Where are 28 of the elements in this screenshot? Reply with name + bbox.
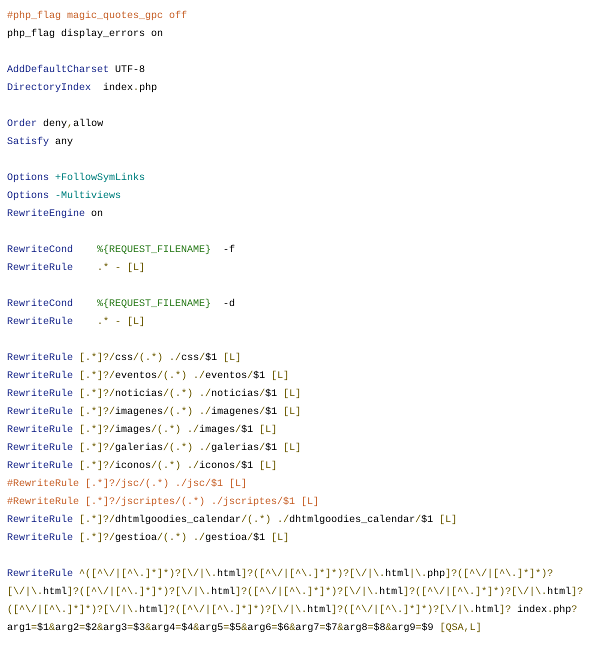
code-line: RewriteRule .* - [L]: [7, 316, 146, 330]
code-line: #php_flag magic_quotes_gpc off: [7, 10, 188, 24]
code-line: RewriteRule [.*]?/dhtmlgoodies_calendar/(.*) ./dhtmlgoodies_calendar/$1 [L]: [7, 514, 458, 528]
code-line: RewriteRule [.*]?/noticias/(.*) ./noticias/$1 [L]: [7, 388, 302, 402]
code-line: DirectoryIndex index.php: [7, 82, 158, 96]
code-line: Satisfy any: [7, 136, 74, 150]
code-line: RewriteRule [.*]?/gestioa/(.*) ./gestioa/$1 [L]: [7, 532, 290, 546]
code-line: #RewriteRule [.*]?/jscriptes/(.*) ./jscriptes/$1 [L]: [7, 496, 320, 510]
code-line: Order deny,allow: [7, 118, 104, 132]
code-line: Options +FollowSymLinks: [7, 172, 146, 186]
code-line: AddDefaultCharset UTF-8: [7, 64, 146, 78]
code-line: RewriteRule [.*]?/css/(.*) ./css/$1 [L]: [7, 352, 242, 366]
code-line: Options -Multiviews: [7, 190, 122, 204]
code-line: RewriteRule [.*]?/iconos/(.*) ./iconos/$1 [L]: [7, 460, 278, 474]
code-line: RewriteRule [.*]?/galerias/(.*) ./galerias/$1 [L]: [7, 442, 302, 456]
code-line: RewriteRule [.*]?/eventos/(.*) ./eventos/$1 [L]: [7, 370, 290, 384]
code-line: RewriteCond %{REQUEST_FILENAME} -d: [7, 298, 236, 312]
code-line: RewriteRule .* - [L]: [7, 262, 146, 276]
code-line: ([^\/|[^\.]*]*)?[\/|\.html]?([^\/|[^\.]*]*)?[\/|\.html]?([^\/|[^\.]*]*)?[\/|\.html]? index.php?: [7, 604, 578, 618]
code-line: RewriteEngine on: [7, 208, 104, 222]
code-line: RewriteRule [.*]?/imagenes/(.*) ./imagenes/$1 [L]: [7, 406, 302, 420]
code-line: php_flag display_errors on: [7, 28, 164, 42]
code-line: arg1=$1&arg2=$2&arg3=$3&arg4=$4&arg5=$5&arg6=$6&arg7=$7&arg8=$8&arg9=$9 [QSA,L]: [7, 622, 482, 636]
code-line: [\/|\.html]?([^\/|[^\.]*]*)?[\/|\.html]?([^\/|[^\.]*]*)?[\/|\.html]?([^\/|[^\.]*]*)?[\/|\.html]?: [7, 586, 584, 600]
code-line: RewriteRule ^([^\/|[^\.]*]*)?[\/|\.html]?([^\/|[^\.]*]*)?[\/|\.html|\.php]?([^\/|[^\.]*]*)?: [7, 568, 554, 582]
code-line: #RewriteRule [.*]?/jsc/(.*) ./jsc/$1 [L]: [7, 478, 248, 492]
code-line: RewriteRule [.*]?/images/(.*) ./images/$1 [L]: [7, 424, 278, 438]
code-line: RewriteCond %{REQUEST_FILENAME} -f: [7, 244, 236, 258]
